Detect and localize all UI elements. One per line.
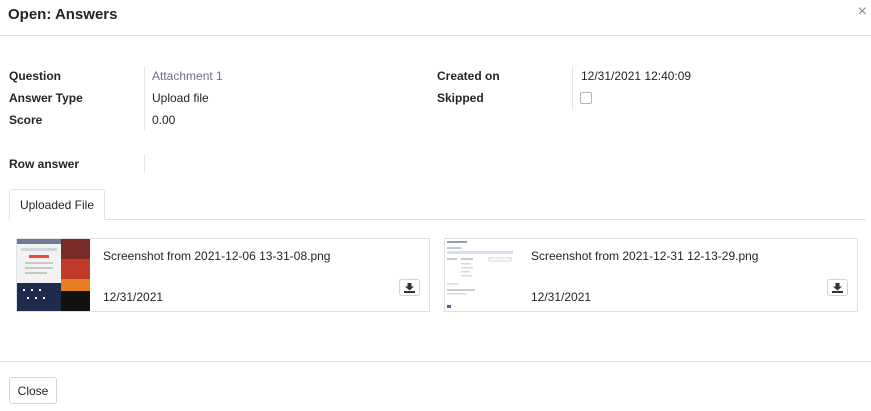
attachment-thumbnail[interactable] xyxy=(445,239,518,311)
question-value-link[interactable]: Attachment 1 xyxy=(152,69,223,83)
right-column-divider xyxy=(572,66,573,110)
attachment-date: 12/31/2021 xyxy=(103,290,164,304)
created-on-label: Created on xyxy=(437,69,500,83)
download-icon xyxy=(404,282,415,293)
score-label: Score xyxy=(9,113,43,127)
dialog-title: Open: Answers xyxy=(8,6,118,23)
left-column-divider xyxy=(144,66,145,130)
download-icon xyxy=(832,282,843,293)
download-button[interactable] xyxy=(399,279,420,296)
row-answer-divider xyxy=(144,154,145,172)
attachment-thumbnail[interactable] xyxy=(17,239,90,311)
question-label: Question xyxy=(9,69,62,83)
attachment-file-name[interactable]: Screenshot from 2021-12-06 13-31-08.png xyxy=(103,249,330,263)
answer-type-label: Answer Type xyxy=(9,91,83,105)
answer-type-value: Upload file xyxy=(152,91,209,105)
skipped-checkbox[interactable] xyxy=(580,92,592,104)
screenshot-thumbnail-image xyxy=(17,239,90,311)
created-on-value: 12/31/2021 12:40:09 xyxy=(581,69,692,83)
dialog-header: Open: Answers × xyxy=(0,0,871,36)
screenshot-thumbnail-image xyxy=(445,239,518,311)
attachment-card[interactable]: Screenshot from 2021-12-31 12-13-29.png … xyxy=(444,238,858,312)
attachment-card[interactable]: Screenshot from 2021-12-06 13-31-08.png … xyxy=(16,238,430,312)
tab-uploaded-file[interactable]: Uploaded File xyxy=(9,189,105,220)
footer-divider xyxy=(0,361,871,362)
score-value: 0.00 xyxy=(152,113,176,127)
close-icon[interactable]: × xyxy=(858,4,867,20)
attachment-file-name[interactable]: Screenshot from 2021-12-31 12-13-29.png xyxy=(531,249,758,263)
row-answer-label: Row answer xyxy=(9,157,80,171)
tab-bar xyxy=(8,219,866,220)
skipped-label: Skipped xyxy=(437,91,484,105)
close-button[interactable]: Close xyxy=(9,377,57,404)
attachment-date: 12/31/2021 xyxy=(531,290,592,304)
download-button[interactable] xyxy=(827,279,848,296)
